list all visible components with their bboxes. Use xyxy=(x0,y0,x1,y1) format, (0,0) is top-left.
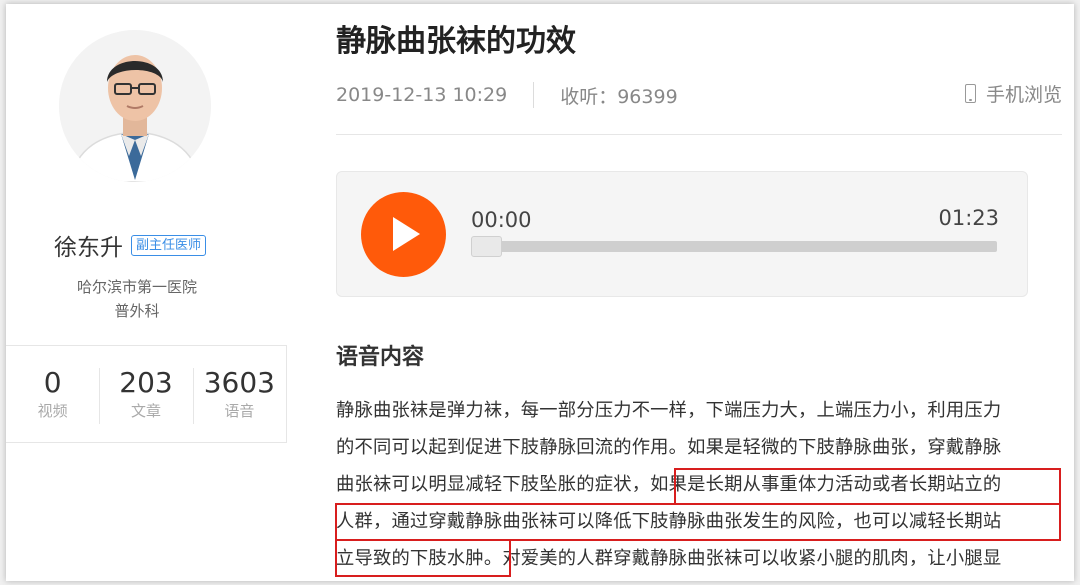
transcript-line: 的不同可以起到促进下肢静脉回流的作用。如果是轻微的下肢静脉曲张，穿戴静脉 xyxy=(336,437,1002,458)
progress-thumb[interactable] xyxy=(471,236,502,257)
progress-track[interactable] xyxy=(471,241,997,252)
transcript-line: 静脉曲张袜是弹力袜，每一部分压力不一样，下端压力大，上端压力小，利用压力 xyxy=(336,400,1002,421)
section-title: 语音内容 xyxy=(336,345,425,370)
stat-label: 语音 xyxy=(224,402,255,420)
stat-videos[interactable]: 0 视频 xyxy=(6,346,99,442)
transcript-line: 人群，通过穿戴静脉曲张袜可以降低下肢静脉曲张发生的风险，也可以减轻长期站 xyxy=(336,511,1002,532)
mobile-view-label: 手机浏览 xyxy=(985,84,1062,106)
current-time: 00:00 xyxy=(471,208,532,232)
doctor-department: 普外科 xyxy=(114,302,160,320)
stat-value: 0 xyxy=(43,366,62,399)
doctor-card: 徐东升 副主任医师 哈尔滨市第一医院 普外科 0 视频 203 文章 3603 … xyxy=(6,4,288,581)
stat-voices[interactable]: 3603 语音 xyxy=(192,346,286,442)
article-meta: 2019-12-13 10:29 收听：96399 手机浏览 xyxy=(336,80,1062,110)
article-main: 静脉曲张袜的功效 2019-12-13 10:29 收听：96399 手机浏览 … xyxy=(335,4,1064,581)
doctor-avatar[interactable] xyxy=(59,30,211,182)
doctor-stats: 0 视频 203 文章 3603 语音 xyxy=(6,345,287,443)
play-icon xyxy=(393,217,420,251)
doctor-name[interactable]: 徐东升 xyxy=(54,228,123,262)
audio-player: 00:00 01:23 xyxy=(336,171,1028,297)
phone-icon xyxy=(964,84,976,103)
publish-date: 2019-12-13 10:29 xyxy=(336,84,508,106)
stat-value: 203 xyxy=(119,366,173,399)
transcript-line: 立导致的下肢水肿。对爱美的人群穿戴静脉曲张袜可以收紧小腿的肌肉，让小腿显 xyxy=(336,548,1002,569)
doctor-name-row: 徐东升 副主任医师 xyxy=(54,228,207,262)
header-divider xyxy=(336,134,1062,135)
article-title: 静脉曲张袜的功效 xyxy=(336,24,576,59)
meta-divider xyxy=(533,82,535,108)
transcript-line: 曲张袜可以明显减轻下肢坠胀的症状，如果是长期从事重体力活动或者长期站立的 xyxy=(336,474,1002,495)
stat-label: 文章 xyxy=(130,402,161,420)
page: 徐东升 副主任医师 哈尔滨市第一医院 普外科 0 视频 203 文章 3603 … xyxy=(6,4,1074,581)
total-time: 01:23 xyxy=(938,206,999,230)
stat-articles[interactable]: 203 文章 xyxy=(99,346,192,442)
mobile-view-link[interactable]: 手机浏览 xyxy=(964,80,1062,107)
doctor-hospital[interactable]: 哈尔滨市第一医院 xyxy=(6,276,268,297)
voice-transcript: 静脉曲张袜是弹力袜，每一部分压力不一样，下端压力大，上端压力小，利用压力 的不同… xyxy=(336,392,1064,577)
doctor-title-badge: 副主任医师 xyxy=(131,234,207,256)
play-button[interactable] xyxy=(361,192,446,277)
doctor-photo-icon xyxy=(59,30,211,182)
stat-value: 3603 xyxy=(203,366,275,399)
listen-count: 收听：96399 xyxy=(560,85,678,108)
stat-label: 视频 xyxy=(37,402,68,420)
